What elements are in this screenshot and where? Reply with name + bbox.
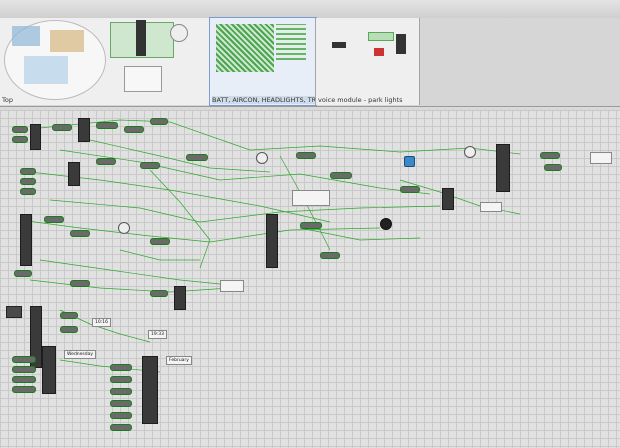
knob-icon[interactable] (118, 222, 130, 234)
connector-node[interactable] (44, 216, 64, 223)
display-panel[interactable] (590, 152, 612, 164)
connector-node[interactable] (186, 154, 208, 161)
connector-node[interactable] (540, 152, 560, 159)
connector-node[interactable] (110, 364, 132, 371)
connector-node[interactable] (96, 158, 116, 165)
thumbnail-label: BATT, AIRCON, HEADLIGHTS, TR (212, 96, 316, 104)
connector-node[interactable] (110, 376, 132, 383)
thumbnail-voice-module[interactable]: voice module - park lights (316, 18, 420, 105)
connector-node[interactable] (12, 386, 36, 393)
module-block[interactable] (42, 346, 56, 394)
thumbnail-label: Top (2, 96, 13, 104)
connector-node[interactable] (60, 312, 78, 319)
connector-node[interactable] (140, 162, 160, 169)
preview-block (50, 30, 84, 52)
thumbnail-batt-aircon[interactable]: BATT, AIRCON, HEADLIGHTS, TR (209, 17, 317, 106)
connector-node[interactable] (52, 124, 72, 131)
day-display[interactable]: Wednesday (64, 350, 97, 359)
connector-node[interactable] (70, 280, 90, 287)
connector-node[interactable] (110, 388, 132, 395)
connector-node[interactable] (70, 230, 90, 237)
preview-block (332, 42, 346, 48)
fader-module[interactable] (496, 144, 510, 192)
connector-node[interactable] (400, 186, 420, 193)
module-thumbnail-strip: Top BATT, AIRCON, HEADLIGHTS, TR voice m… (0, 17, 620, 107)
module-block[interactable] (30, 124, 41, 150)
module-block[interactable] (174, 286, 186, 310)
preview-block (216, 24, 274, 72)
connector-node[interactable] (60, 326, 78, 333)
thumbnail-label: voice module - park lights (318, 96, 403, 104)
module-block[interactable] (78, 118, 90, 142)
connector-node[interactable] (150, 118, 168, 125)
preview-knob (170, 24, 188, 42)
thumbnail-top[interactable]: Top (0, 18, 107, 105)
display-panel[interactable] (220, 280, 244, 292)
preview-block (24, 56, 68, 84)
connector-node[interactable] (150, 290, 168, 297)
connector-node[interactable] (320, 252, 340, 259)
connector-node[interactable] (20, 178, 36, 185)
status-indicator-icon (404, 156, 415, 167)
display-panel[interactable] (292, 190, 330, 206)
time-display[interactable]: 10:16 (92, 318, 111, 327)
fader-module[interactable] (20, 214, 32, 266)
connector-node[interactable] (110, 400, 132, 407)
connector-node[interactable] (330, 172, 352, 179)
preview-block (136, 20, 146, 56)
connector-node[interactable] (150, 238, 170, 245)
connector-node[interactable] (300, 222, 322, 229)
preview-block (374, 48, 384, 56)
connector-node[interactable] (12, 376, 36, 383)
connector-node[interactable] (12, 136, 28, 143)
preview-block (124, 66, 162, 92)
connector-node[interactable] (296, 152, 316, 159)
connector-node[interactable] (12, 356, 36, 363)
wire-layer (19, 119, 521, 373)
patch-canvas[interactable]: Wednesday February 10:16 19:33 (0, 110, 620, 448)
connector-node[interactable] (20, 188, 36, 195)
module-block[interactable] (6, 306, 22, 318)
knob-icon[interactable] (380, 218, 392, 230)
preview-block (12, 26, 40, 46)
module-block[interactable] (142, 356, 158, 424)
connector-node[interactable] (12, 366, 36, 373)
connector-node[interactable] (20, 168, 36, 175)
preview-block (276, 24, 306, 60)
module-block[interactable] (442, 188, 454, 210)
month-display[interactable]: February (166, 356, 192, 365)
thumbnail-module[interactable] (106, 18, 210, 105)
connector-node[interactable] (110, 424, 132, 431)
display-panel[interactable] (480, 202, 502, 212)
knob-icon[interactable] (256, 152, 268, 164)
preview-block (396, 34, 406, 54)
connector-node[interactable] (110, 412, 132, 419)
connector-node[interactable] (12, 126, 28, 133)
time-display[interactable]: 19:33 (148, 330, 167, 339)
connector-node[interactable] (96, 122, 118, 129)
connector-node[interactable] (124, 126, 144, 133)
connector-node[interactable] (544, 164, 562, 171)
preview-block (368, 32, 394, 41)
module-block[interactable] (68, 162, 80, 186)
knob-icon[interactable] (464, 146, 476, 158)
window-title-bar (0, 0, 620, 19)
fader-module[interactable] (266, 214, 278, 268)
connector-node[interactable] (14, 270, 32, 277)
